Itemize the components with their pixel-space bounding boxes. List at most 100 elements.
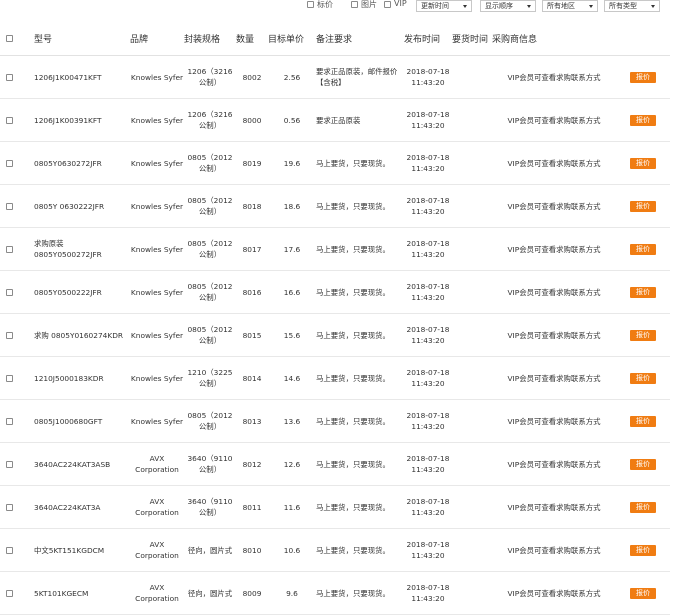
model-cell: 1210J5000183KDR [34,356,130,400]
row-select-checkbox[interactable] [6,74,13,81]
row-select-checkbox[interactable] [6,160,13,167]
publish-time-cell: 2018-07-18 11:43:20 [404,141,452,185]
table-row: 3640AC224KAT3ASB AVX Corporation 3640（9110… [0,442,670,486]
brand-cell: AVX Corporation [130,442,184,486]
action-cell: 报价 [616,571,670,615]
remark-cell: 马上要货，只要现货。 [316,184,404,228]
purchase-request-table: 型号 品牌 封装规格 数量 目标单价 备注要求 发布时间 要货时间 采购商信息 … [0,22,670,615]
quote-button[interactable]: 报价 [630,287,656,298]
filter-checkbox-image[interactable] [351,1,358,8]
qty-cell: 8002 [236,55,268,99]
region-select[interactable]: 所有地区 [542,0,598,12]
target-price-cell: 11.6 [268,485,316,529]
brand-cell: AVX Corporation [130,528,184,572]
row-select-cell [0,141,34,185]
row-select-checkbox[interactable] [6,375,13,382]
qty-cell: 8019 [236,141,268,185]
package-cell: 1206（3216 公制） [184,98,236,142]
quote-button[interactable]: 报价 [630,373,656,384]
brand-cell: Knowles Syfer [130,55,184,99]
buyer-info-cell: VIP会员可查看求购联系方式 [492,98,616,142]
column-header-publish-time: 发布时间 [404,22,452,56]
qty-cell: 8016 [236,270,268,314]
need-time-cell [452,485,492,529]
row-select-checkbox[interactable] [6,461,13,468]
target-price-cell: 9.6 [268,571,316,615]
filter-checkbox-price[interactable] [307,1,314,8]
filter-checkbox-vip[interactable] [384,1,391,8]
buyer-info-cell: VIP会员可查看求购联系方式 [492,571,616,615]
model-cell: 求购原装 0805Y0500272JFR [34,227,130,271]
type-select[interactable]: 所有类型 [604,0,660,12]
package-cell: 1210（3225 公制） [184,356,236,400]
brand-cell: Knowles Syfer [130,356,184,400]
sort-select-update-time-value: 更新时间 [421,2,449,10]
publish-time-cell: 2018-07-18 11:43:20 [404,270,452,314]
quote-button[interactable]: 报价 [630,72,656,83]
chevron-down-icon [651,5,655,8]
model-cell: 1206J1K00471KFT [34,55,130,99]
row-select-checkbox[interactable] [6,590,13,597]
quote-button[interactable]: 报价 [630,416,656,427]
column-header-model: 型号 [34,22,130,56]
package-cell: 0805（2012 公制） [184,141,236,185]
sort-select-display-order[interactable]: 显示顺序 [480,0,536,12]
row-select-checkbox[interactable] [6,117,13,124]
remark-cell: 马上要货，只要现货。 [316,356,404,400]
row-select-checkbox[interactable] [6,203,13,210]
table-row: 1206J1K00391KFT Knowles Syfer 1206（3216 公制… [0,98,670,142]
model-cell: 0805J1000680GFT [34,399,130,443]
model-cell: 0805Y0500222JFR [34,270,130,314]
need-time-cell [452,399,492,443]
qty-cell: 8011 [236,485,268,529]
need-time-cell [452,313,492,357]
qty-cell: 8015 [236,313,268,357]
row-select-checkbox[interactable] [6,289,13,296]
package-cell: 3640（9110 公制） [184,442,236,486]
buyer-info-cell: VIP会员可查看求购联系方式 [492,528,616,572]
qty-cell: 8012 [236,442,268,486]
chevron-down-icon [589,5,593,8]
quote-button[interactable]: 报价 [630,201,656,212]
quote-button[interactable]: 报价 [630,330,656,341]
quote-button[interactable]: 报价 [630,158,656,169]
sort-select-update-time[interactable]: 更新时间 [416,0,472,12]
quote-button[interactable]: 报价 [630,115,656,126]
remark-cell: 马上要货，只要现货。 [316,485,404,529]
remark-cell: 马上要货，只要现货。 [316,399,404,443]
row-select-checkbox[interactable] [6,547,13,554]
qty-cell: 8010 [236,528,268,572]
quote-button[interactable]: 报价 [630,588,656,599]
table-row: 0805Y0630272JFR Knowles Syfer 0805（2012 公制… [0,141,670,185]
column-header-buyer-info: 采购商信息 [492,22,616,56]
remark-cell: 马上要货，只要现货。 [316,270,404,314]
row-select-checkbox[interactable] [6,504,13,511]
quote-button[interactable]: 报价 [630,459,656,470]
package-cell: 0805（2012 公制） [184,399,236,443]
buyer-info-cell: VIP会员可查看求购联系方式 [492,227,616,271]
publish-time-cell: 2018-07-18 11:43:20 [404,98,452,142]
publish-time-cell: 2018-07-18 11:43:20 [404,571,452,615]
publish-time-cell: 2018-07-18 11:43:20 [404,184,452,228]
column-header-remark: 备注要求 [316,22,404,56]
column-header-qty: 数量 [236,22,268,56]
package-cell: 3640（9110 公制） [184,485,236,529]
brand-cell: Knowles Syfer [130,141,184,185]
row-select-cell [0,313,34,357]
table-row: 中文5KT151KGDCM AVX Corporation 径向，圆片式 8010 10… [0,528,670,572]
row-select-checkbox[interactable] [6,418,13,425]
quote-button[interactable]: 报价 [630,244,656,255]
row-select-checkbox[interactable] [6,246,13,253]
target-price-cell: 0.56 [268,98,316,142]
quote-button[interactable]: 报价 [630,545,656,556]
target-price-cell: 12.6 [268,442,316,486]
brand-cell: Knowles Syfer [130,98,184,142]
remark-cell: 马上要货，只要现货。 [316,227,404,271]
quote-button[interactable]: 报价 [630,502,656,513]
action-cell: 报价 [616,184,670,228]
publish-time-cell: 2018-07-18 11:43:20 [404,485,452,529]
brand-cell: AVX Corporation [130,571,184,615]
row-select-checkbox[interactable] [6,332,13,339]
select-all-checkbox[interactable] [6,34,13,42]
column-header-action [616,22,670,56]
